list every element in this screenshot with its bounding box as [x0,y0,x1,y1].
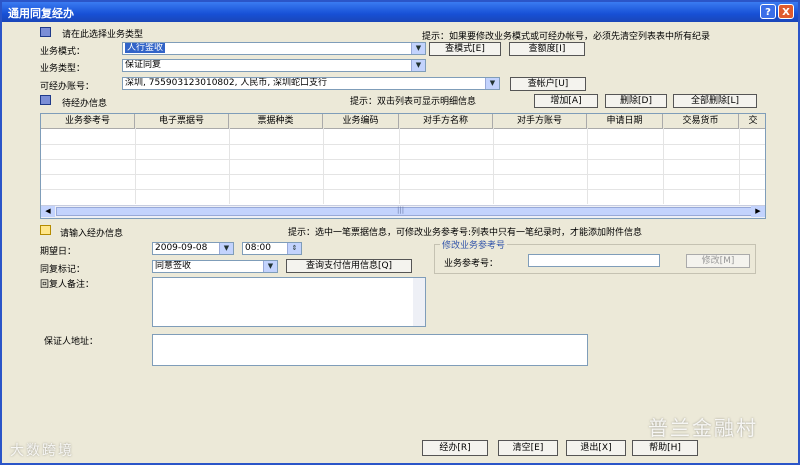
close-icon[interactable]: X [778,4,794,19]
hint-clear-list: 提示：如果要修改业务模式或可经办帐号，必须先清空列表表中所有纪录 [422,32,711,42]
watermark-right: 普兰金融村 [648,416,758,440]
vertical-scrollbar[interactable] [413,278,425,326]
edit-icon [40,225,51,235]
type-select[interactable]: 保证同复 ▼ [122,59,426,72]
help-icon[interactable]: ? [760,4,776,19]
reply-flag-value: 同意签收 [155,261,192,271]
column-header[interactable]: 申请日期 [587,114,663,128]
modify-button[interactable]: 修改[M] [686,254,750,268]
column-header[interactable]: 对手方名称 [399,114,493,128]
ref-number-input[interactable] [528,254,660,267]
mode-label: 业务模式： [40,47,86,57]
spinner-icon[interactable]: ⇕ [287,243,301,254]
section-header-input: 请输入经办信息 [60,229,124,239]
guarantor-address-label: 保证人地址： [44,337,99,347]
chevron-down-icon[interactable]: ▼ [219,243,233,254]
column-divider [587,128,588,204]
ref-number-label: 业务参考号： [444,259,499,269]
column-divider [739,128,740,204]
process-button[interactable]: 经办[R] [422,440,488,456]
due-time-value: 08:00 [245,243,271,253]
due-time-spinner[interactable]: 08:00 ⇕ [242,242,302,255]
clear-button[interactable]: 清空[E] [498,440,558,456]
list-icon [40,95,51,105]
hint-double-click: 提示：双击列表可显示明细信息 [350,97,477,107]
column-header[interactable]: 票据种类 [229,114,323,128]
scroll-right-icon[interactable]: ▶ [751,206,765,217]
remark-textarea[interactable] [152,277,426,327]
main-window: 通用同复经办 ? X 请在此选择业务类型 提示：如果要修改业务模式或可经办帐号，… [0,0,800,465]
row-divider [41,159,765,160]
column-divider [229,128,230,204]
horizontal-scrollbar[interactable]: ◀ ||| ▶ [41,205,765,218]
reply-flag-label: 同复标记： [40,265,86,275]
account-select[interactable]: 深圳, 755903123010802, 人民币, 深圳蛇口支行 ▼ [122,77,500,90]
pending-table[interactable]: 业务参考号 电子票据号 票据种类 业务编码 对手方名称 对手方账号 申请日期 交… [40,113,766,219]
column-header[interactable]: 电子票据号 [135,114,229,128]
column-divider [493,128,494,204]
due-date-label: 期望日： [40,247,77,257]
form-icon [40,27,51,37]
row-divider [41,174,765,175]
column-divider [663,128,664,204]
query-mode-button[interactable]: 查模式[E] [429,42,501,56]
column-divider [135,128,136,204]
help-button[interactable]: 帮助[H] [632,440,698,456]
chevron-down-icon[interactable]: ▼ [263,261,277,272]
query-quota-button[interactable]: 查额度[I] [509,42,585,56]
account-label: 可经办账号： [40,82,95,92]
column-header[interactable]: 交 [739,114,765,128]
window-title: 通用同复经办 [8,7,74,20]
guarantor-address-textarea[interactable] [152,334,588,366]
reply-flag-select[interactable]: 同意签收 ▼ [152,260,278,273]
column-header[interactable]: 业务参考号 [41,114,135,128]
exit-button[interactable]: 退出[X] [566,440,626,456]
grip-icon: ||| [397,206,405,214]
chevron-down-icon[interactable]: ▼ [411,43,425,54]
watermark-left: 大数跨境 [10,443,74,459]
column-divider [399,128,400,204]
row-divider [41,144,765,145]
account-value: 深圳, 755903123010802, 人民币, 深圳蛇口支行 [125,78,328,88]
delete-all-button[interactable]: 全部删除[L] [673,94,757,108]
mode-value: 人行鉴收 [125,43,166,53]
mode-select[interactable]: 人行鉴收 ▼ [122,42,426,55]
row-divider [41,189,765,190]
type-label: 业务类型： [40,64,86,74]
query-account-button[interactable]: 查帐户[U] [510,77,586,91]
section-header-business-type: 请在此选择业务类型 [62,30,144,40]
due-date-picker[interactable]: 2009-09-08 ▼ [152,242,234,255]
delete-button[interactable]: 删除[D] [605,94,667,108]
scroll-left-icon[interactable]: ◀ [41,206,55,217]
column-header[interactable]: 对手方账号 [493,114,587,128]
modify-ref-group-title: 修改业务参考号 [440,238,508,251]
chevron-down-icon[interactable]: ▼ [485,78,499,89]
column-header[interactable]: 交易货币 [663,114,739,128]
due-date-value: 2009-09-08 [155,243,208,253]
table-header: 业务参考号 电子票据号 票据种类 业务编码 对手方名称 对手方账号 申请日期 交… [41,114,765,129]
section-header-pending: 待经办信息 [62,99,108,109]
title-bar: 通用同复经办 ? X [2,2,798,22]
column-header[interactable]: 业务编码 [323,114,399,128]
remark-label: 回复人备注： [40,280,95,290]
query-credit-button[interactable]: 查询支付信用信息[Q] [286,259,412,273]
hint-modify-ref: 提示：选中一笔票据信息，可修改业务参考号:列表中只有一笔纪录时，才能添加附件信息 [288,228,643,238]
add-button[interactable]: 增加[A] [534,94,598,108]
chevron-down-icon[interactable]: ▼ [411,60,425,71]
column-divider [323,128,324,204]
type-value: 保证同复 [125,60,162,70]
scroll-thumb[interactable]: ||| [56,206,756,216]
